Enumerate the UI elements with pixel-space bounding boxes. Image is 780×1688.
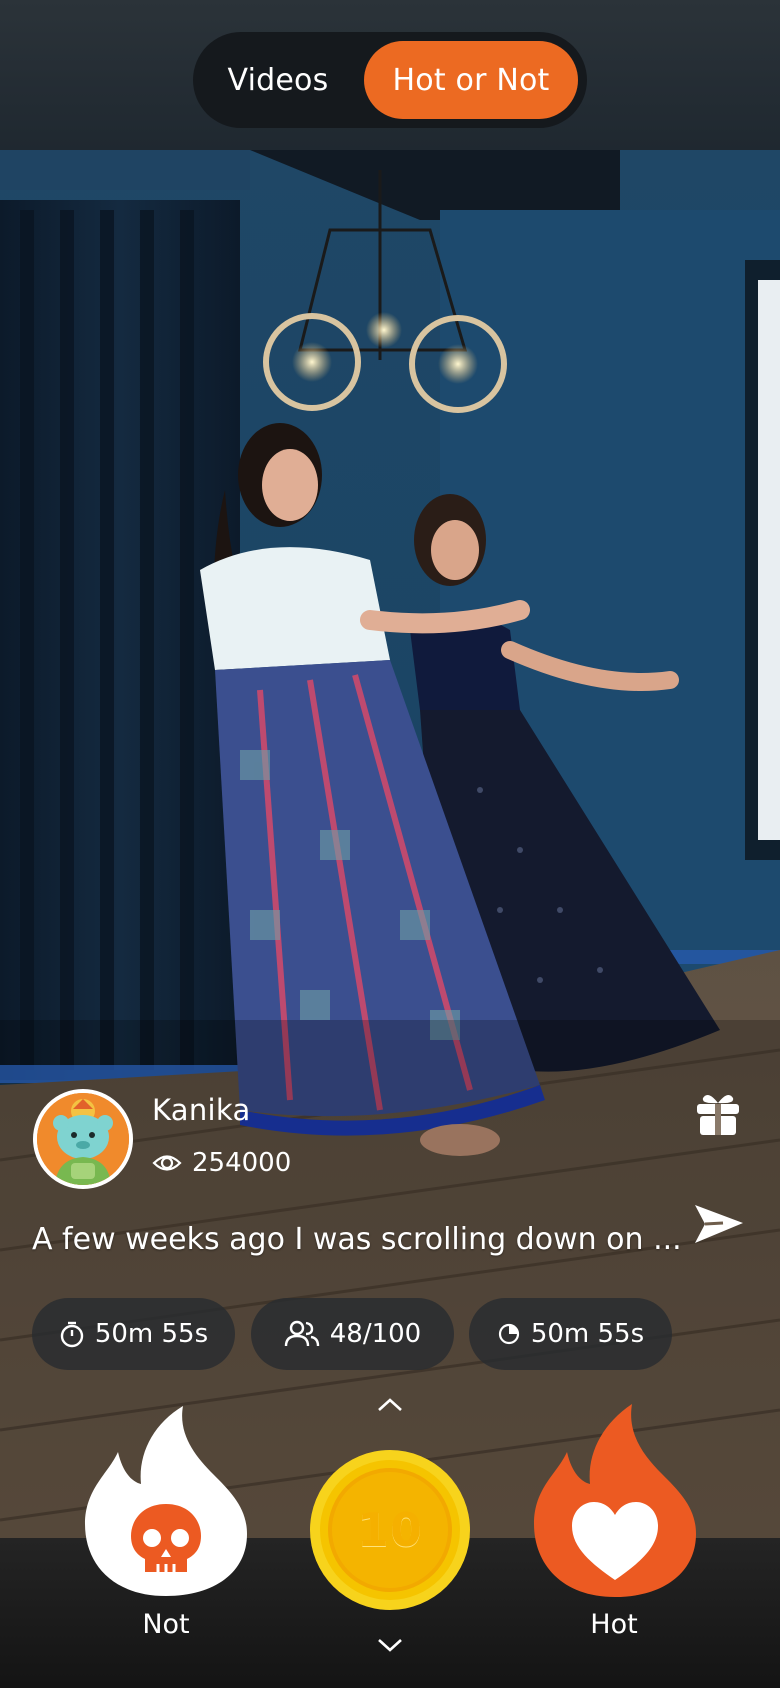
stopwatch-icon [60, 1321, 84, 1348]
creator-avatar[interactable] [33, 1089, 133, 1189]
tab-videos[interactable]: Videos [193, 41, 363, 119]
time-left-value: 50m 55s [530, 1319, 645, 1349]
bear-avatar-icon [37, 1093, 129, 1185]
view-count: 254000 [152, 1148, 291, 1178]
chevron-up-icon[interactable] [376, 1397, 404, 1413]
post-caption[interactable]: A few weeks ago I was scrolling down on … [32, 1222, 682, 1257]
hot-label: Hot [590, 1609, 638, 1640]
hot-or-not-screen: Videos Hot or Not Kanika 254000 A few we… [0, 0, 780, 1688]
creator-name[interactable]: Kanika [152, 1093, 251, 1127]
eye-icon [152, 1155, 182, 1171]
not-vote-button[interactable] [83, 1404, 249, 1599]
timer-pill: 50m 55s [32, 1298, 235, 1370]
top-header: Videos Hot or Not [0, 0, 780, 150]
gift-icon[interactable] [693, 1088, 743, 1138]
timer-value: 50m 55s [94, 1319, 209, 1349]
users-icon [284, 1320, 319, 1347]
not-label: Not [142, 1609, 190, 1640]
share-send-icon[interactable] [693, 1201, 745, 1247]
participants-value: 48/100 [329, 1319, 422, 1349]
coin-value: 10 [356, 1503, 423, 1557]
pie-timer-icon [498, 1323, 519, 1345]
chevron-down-icon[interactable] [376, 1637, 404, 1653]
participants-pill: 48/100 [251, 1298, 454, 1370]
tab-switcher: Videos Hot or Not [193, 32, 587, 128]
tab-hot-or-not[interactable]: Hot or Not [364, 41, 578, 119]
hot-vote-button[interactable] [532, 1402, 698, 1599]
view-count-value: 254000 [192, 1148, 292, 1178]
time-left-pill: 50m 55s [469, 1298, 672, 1370]
